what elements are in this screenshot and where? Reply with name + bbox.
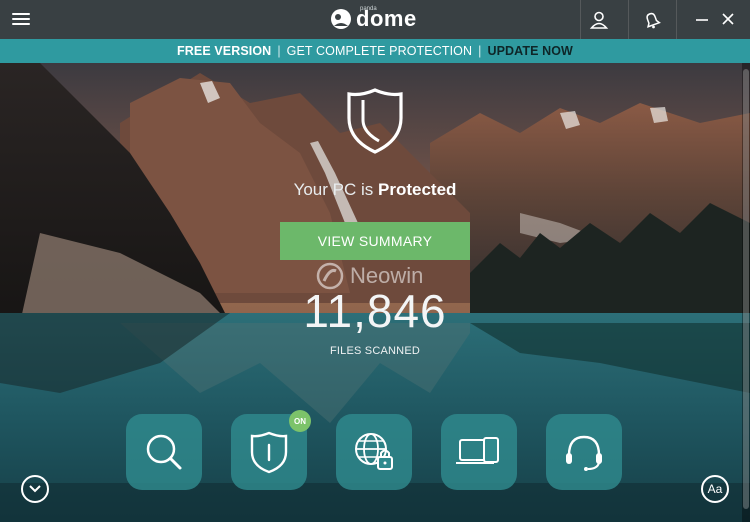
logo-small-text: panda: [360, 6, 377, 12]
view-summary-button[interactable]: VIEW SUMMARY: [280, 222, 470, 260]
expand-button[interactable]: [21, 475, 49, 503]
protected-shield-icon: [347, 88, 403, 154]
bell-icon[interactable]: [629, 0, 675, 39]
web-protection-tile[interactable]: [336, 414, 412, 490]
app-logo: panda dome: [330, 6, 417, 32]
protection-status: Your PC is Protected: [0, 180, 750, 200]
update-now-link[interactable]: UPDATE NOW: [487, 44, 573, 58]
title-bar: panda dome: [0, 0, 750, 39]
antivirus-shield-icon: [250, 431, 288, 474]
get-protection-link[interactable]: GET COMPLETE PROTECTION: [287, 44, 472, 58]
web-lock-icon: [355, 433, 393, 470]
antivirus-on-badge: ON: [289, 410, 311, 432]
minimize-icon[interactable]: [693, 10, 711, 28]
menu-icon[interactable]: [12, 10, 30, 28]
user-icon[interactable]: [576, 0, 622, 39]
app-window: panda dome FREE VERSION | GET COMPLETE P…: [0, 0, 750, 522]
font-size-label: Aa: [707, 482, 723, 496]
close-icon[interactable]: [719, 10, 737, 28]
support-tile[interactable]: [546, 414, 622, 490]
banner-separator: |: [478, 44, 482, 58]
scan-tile[interactable]: [126, 414, 202, 490]
chevron-down-icon: [29, 485, 41, 493]
status-prefix: Your PC is: [293, 180, 378, 199]
files-scanned-label: FILES SCANNED: [329, 345, 420, 357]
devices-icon: [456, 437, 499, 464]
files-scanned-count: 11,846: [303, 285, 447, 337]
promo-banner: FREE VERSION | GET COMPLETE PROTECTION |…: [0, 39, 750, 63]
free-version-link[interactable]: FREE VERSION: [177, 44, 271, 58]
panda-logo-icon: [331, 9, 351, 29]
search-icon: [146, 434, 182, 470]
banner-separator: |: [277, 44, 281, 58]
font-size-button[interactable]: Aa: [701, 475, 729, 503]
titlebar-divider: [676, 0, 677, 39]
headset-icon: [566, 435, 602, 471]
status-state: Protected: [378, 180, 457, 199]
devices-tile[interactable]: [441, 414, 517, 490]
